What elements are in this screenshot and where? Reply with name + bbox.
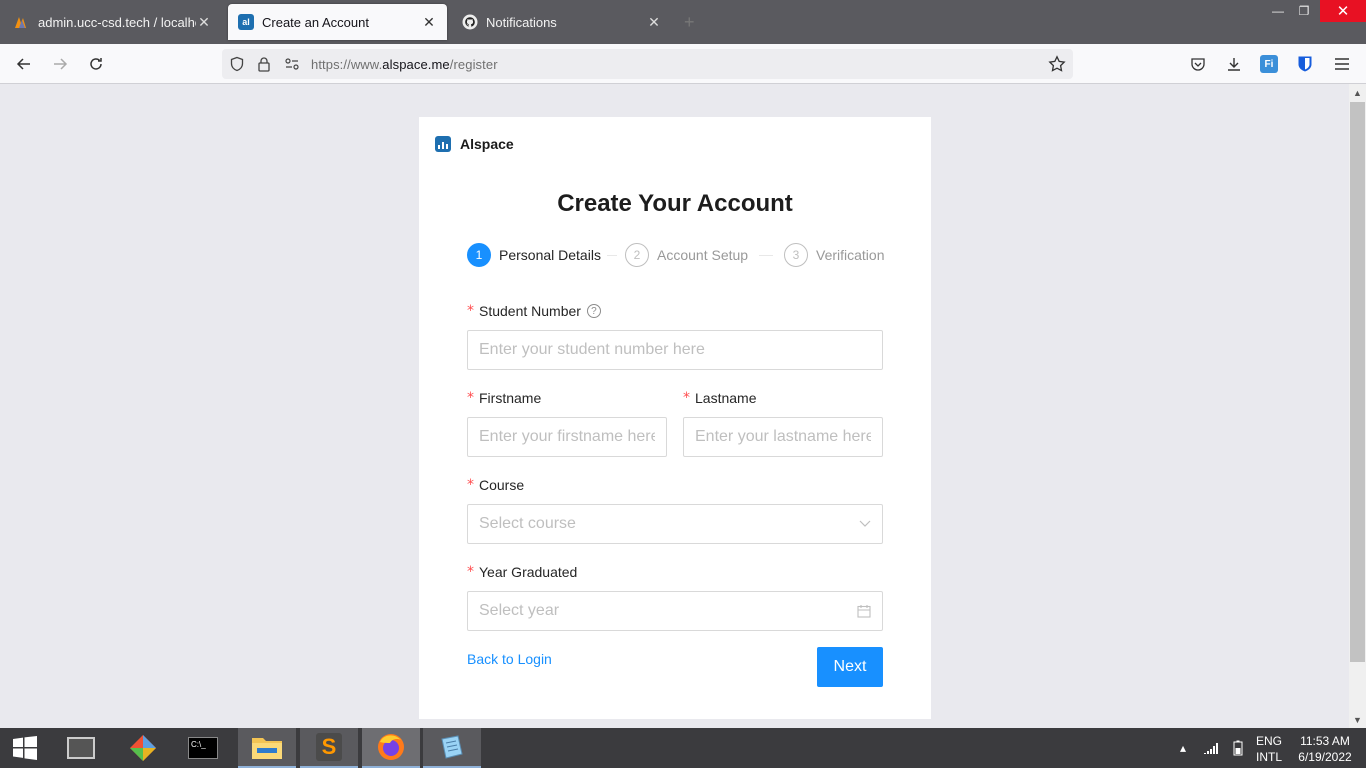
firstname-label: * Firstname — [467, 390, 542, 406]
start-button[interactable] — [0, 728, 50, 768]
bookmark-star-icon[interactable] — [1047, 54, 1067, 74]
required-mark: * — [467, 564, 474, 580]
extension-ft-icon[interactable]: Fi — [1258, 53, 1280, 75]
close-window-icon[interactable]: ✕ — [1320, 0, 1366, 22]
tab-title: admin.ucc-csd.tech / localhost — [38, 14, 196, 30]
tab-title: Create an Account — [262, 14, 369, 30]
brand[interactable]: Alspace — [435, 136, 514, 152]
taskbar-file-explorer[interactable] — [238, 728, 296, 768]
github-icon — [462, 14, 478, 30]
year-picker[interactable]: Select year — [467, 591, 883, 631]
required-mark: * — [467, 390, 474, 406]
step-connector — [607, 255, 617, 256]
alspace-logo-icon — [435, 136, 451, 152]
battery-icon[interactable] — [1233, 728, 1243, 768]
next-button[interactable]: Next — [817, 647, 883, 687]
new-tab-icon[interactable]: + — [684, 12, 695, 33]
git-icon — [130, 735, 156, 761]
close-tab-icon[interactable]: ✕ — [421, 14, 437, 30]
phpmyadmin-icon — [14, 14, 30, 30]
hamburger-menu-icon[interactable] — [1331, 53, 1353, 75]
terminal-icon: C:\_ — [188, 737, 218, 759]
show-hidden-icons-icon[interactable]: ▴ — [1180, 728, 1186, 768]
required-mark: * — [683, 390, 690, 406]
scroll-down-arrow-icon[interactable]: ▼ — [1349, 711, 1366, 728]
page-viewport: Alspace Create Your Account 1 Personal D… — [0, 84, 1349, 728]
chevron-down-icon — [859, 520, 871, 528]
required-mark: * — [467, 477, 474, 493]
scrollbar-thumb[interactable] — [1350, 102, 1365, 662]
back-to-login-link[interactable]: Back to Login — [467, 651, 552, 667]
clock-time: 11:53 AM — [1300, 734, 1350, 748]
download-icon[interactable] — [1223, 53, 1245, 75]
system-clock[interactable]: 11:53 AM 6/19/2022 — [1290, 733, 1360, 765]
page-scrollbar[interactable]: ▲ ▼ — [1349, 84, 1366, 728]
taskbar-sublime-text[interactable]: S — [300, 728, 358, 768]
course-placeholder: Select course — [479, 515, 576, 532]
windows-taskbar: C:\_ S ▴ ENG INTL 11:53 AM 6/19/2022 — [0, 728, 1366, 768]
tab-notifications[interactable]: Notifications ✕ — [452, 4, 672, 40]
step-connector — [759, 255, 773, 256]
network-signal-icon[interactable] — [1203, 728, 1219, 768]
student-number-label: * Student Number ? — [467, 303, 601, 319]
required-mark: * — [467, 303, 474, 319]
pocket-icon[interactable] — [1187, 53, 1209, 75]
alspace-favicon-icon: al — [238, 14, 254, 30]
notepad-icon — [441, 735, 463, 759]
student-number-input[interactable] — [467, 330, 883, 370]
lock-icon[interactable] — [254, 54, 274, 74]
year-graduated-label: * Year Graduated — [467, 564, 578, 580]
reload-icon[interactable] — [84, 52, 108, 76]
taskbar-terminal[interactable]: C:\_ — [174, 728, 232, 768]
taskbar-notepad[interactable] — [423, 728, 481, 768]
course-select[interactable]: Select course — [467, 504, 883, 544]
tab-admin[interactable]: admin.ucc-csd.tech / localhost ✕ — [4, 4, 222, 40]
step-number: 2 — [625, 243, 649, 267]
browser-tab-strip: admin.ucc-csd.tech / localhost ✕ al Crea… — [0, 0, 1366, 44]
shield-icon[interactable] — [227, 54, 247, 74]
calendar-icon — [857, 604, 871, 618]
step-personal-details: 1 Personal Details — [467, 243, 601, 267]
tab-title: Notifications — [486, 14, 557, 30]
forward-arrow-icon[interactable] — [48, 52, 72, 76]
step-label: Verification — [816, 247, 885, 263]
monitor-icon — [67, 737, 95, 759]
windows-logo-icon — [13, 736, 37, 760]
permissions-icon[interactable] — [282, 54, 302, 74]
folder-icon — [252, 738, 282, 759]
url-text[interactable]: https://www.alspace.me/register — [311, 57, 498, 72]
progress-steps: 1 Personal Details 2 Account Setup 3 Ver… — [467, 243, 887, 267]
step-account-setup: 2 Account Setup — [625, 243, 748, 267]
restore-window-icon[interactable]: ❐ — [1288, 0, 1320, 22]
tab-create-account[interactable]: al Create an Account ✕ — [228, 4, 447, 40]
bitwarden-shield-icon[interactable] — [1294, 53, 1316, 75]
clock-date: 6/19/2022 — [1298, 750, 1352, 764]
course-label: * Course — [467, 477, 525, 493]
scroll-up-arrow-icon[interactable]: ▲ — [1349, 84, 1366, 101]
firstname-input[interactable] — [467, 417, 667, 457]
step-label: Personal Details — [499, 247, 601, 263]
brand-name: Alspace — [460, 136, 514, 152]
taskbar-git[interactable] — [114, 728, 172, 768]
lastname-label: * Lastname — [683, 390, 757, 406]
sublime-text-icon: S — [316, 733, 342, 761]
step-number: 1 — [467, 243, 491, 267]
close-tab-icon[interactable]: ✕ — [196, 14, 212, 30]
register-card: Alspace Create Your Account 1 Personal D… — [419, 117, 931, 719]
taskbar-desktop[interactable] — [52, 728, 110, 768]
url-bar[interactable]: https://www.alspace.me/register — [222, 49, 1073, 79]
step-label: Account Setup — [657, 247, 749, 263]
browser-nav-bar: https://www.alspace.me/register Fi — [0, 44, 1366, 84]
language-indicator[interactable]: ENG INTL — [1252, 733, 1286, 765]
year-placeholder: Select year — [479, 602, 560, 619]
question-circle-icon[interactable]: ? — [586, 304, 601, 318]
step-number: 3 — [784, 243, 808, 267]
back-arrow-icon[interactable] — [12, 52, 36, 76]
step-verification: 3 Verification — [784, 243, 884, 267]
page-title: Create Your Account — [557, 190, 793, 217]
taskbar-firefox[interactable] — [362, 728, 420, 768]
lastname-input[interactable] — [683, 417, 883, 457]
close-tab-icon[interactable]: ✕ — [646, 14, 662, 30]
firefox-icon — [378, 734, 404, 760]
